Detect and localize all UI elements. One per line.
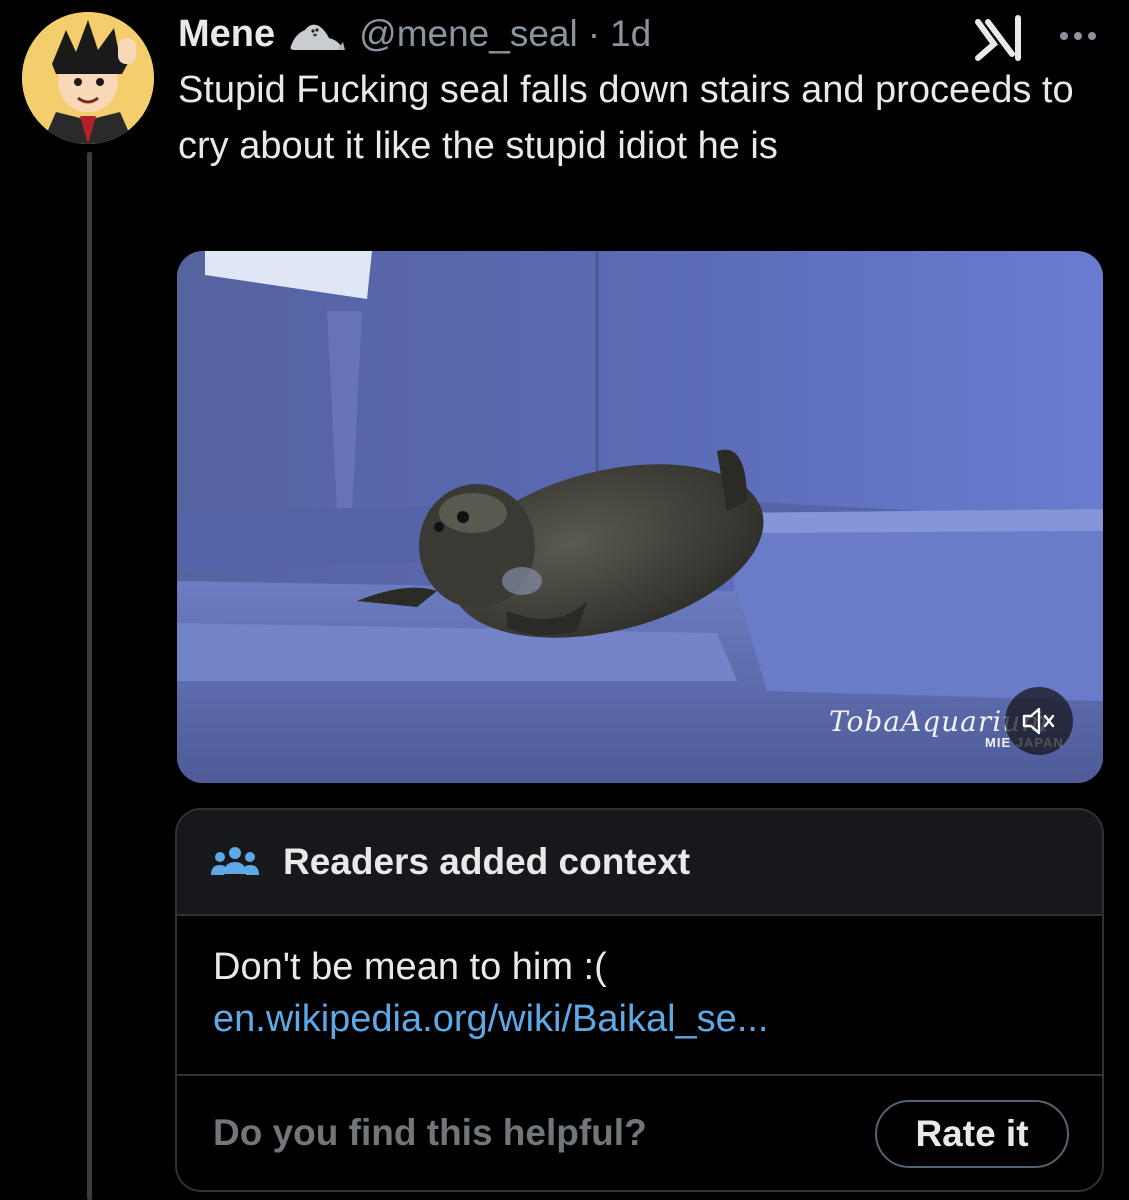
mute-button[interactable] xyxy=(1005,687,1073,755)
people-icon xyxy=(211,842,259,882)
community-note-link[interactable]: en.wikipedia.org/wiki/Baikal_se... xyxy=(213,998,769,1040)
community-note-body: Don't be mean to him :( en.wikipedia.org… xyxy=(213,942,1073,1046)
post-time[interactable]: 1d xyxy=(610,13,651,55)
community-note: Readers added context Don't be mean to h… xyxy=(175,808,1104,1192)
rate-it-button[interactable]: Rate it xyxy=(875,1100,1069,1168)
avatar[interactable] xyxy=(22,12,154,144)
seal-emoji-icon xyxy=(285,16,346,52)
community-note-text: Don't be mean to him :( xyxy=(213,946,607,988)
author-handle[interactable]: @mene_seal xyxy=(359,13,578,55)
grok-icon[interactable] xyxy=(972,14,1024,62)
more-options-icon[interactable] xyxy=(1056,16,1100,56)
community-note-divider xyxy=(177,1074,1102,1076)
thread-line xyxy=(87,152,92,1200)
author-display-name[interactable]: Mene xyxy=(178,13,275,56)
mute-icon xyxy=(1021,706,1057,736)
tweet-video[interactable]: TobaAquarium MIE JAPAN xyxy=(177,251,1103,783)
tweet-page: Mene @mene_seal · 1d Stupid Fucking seal… xyxy=(0,0,1129,1200)
community-note-title: Readers added context xyxy=(283,841,691,882)
time-separator: · xyxy=(587,13,601,54)
tweet-text: Stupid Fucking seal falls down stairs an… xyxy=(178,69,1074,167)
helpful-question: Do you find this helpful? xyxy=(213,1112,647,1153)
tweet-header: Mene @mene_seal · 1d xyxy=(178,10,1108,61)
community-note-header: Readers added context xyxy=(177,810,1102,916)
